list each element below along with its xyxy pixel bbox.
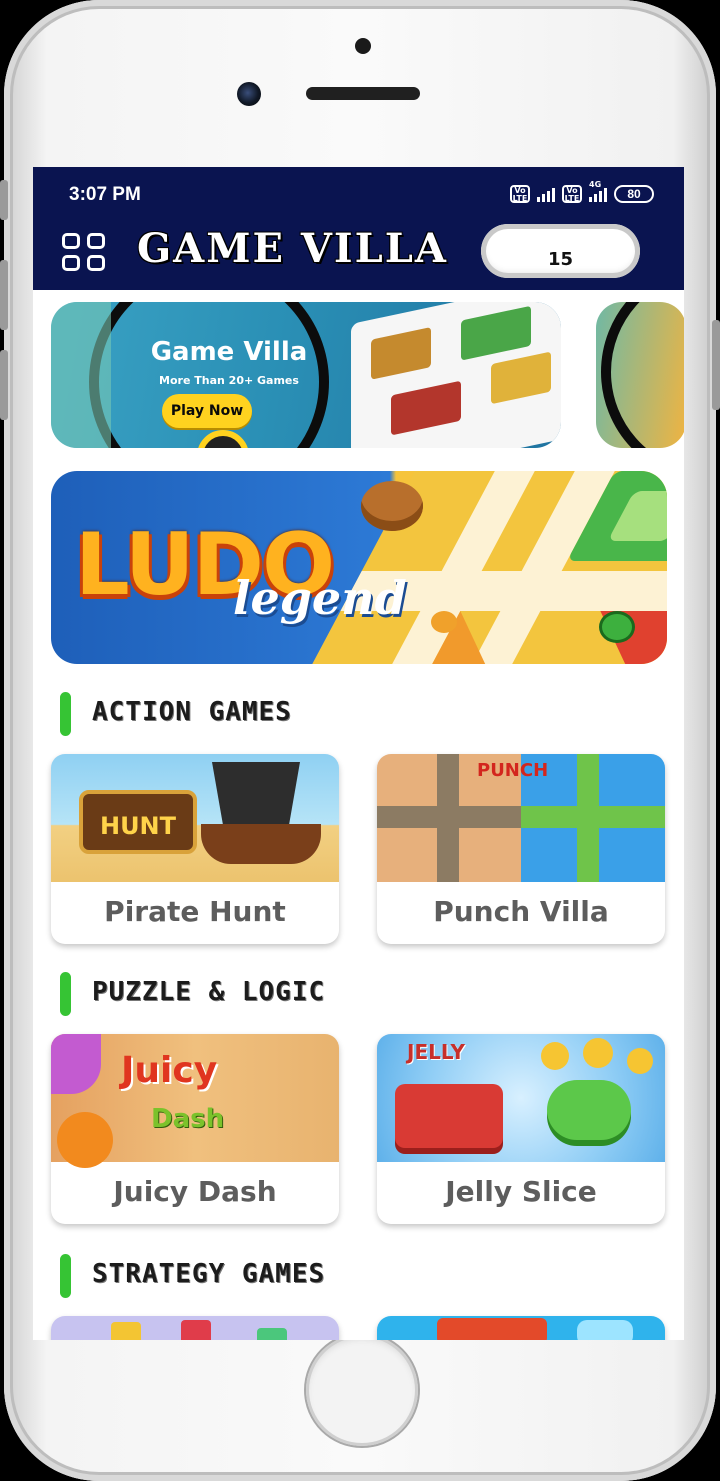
pirate-hunt-logo: HUNT	[79, 790, 197, 854]
game-card-strategy-2[interactable]	[377, 1316, 665, 1340]
juicy-dash-thumbnail: Juicy Dash	[51, 1034, 339, 1168]
ludo-token-icon	[599, 611, 635, 643]
section-accent-bar	[60, 1254, 71, 1298]
front-camera-icon	[237, 82, 261, 106]
section-title: PUZZLE & LOGIC	[92, 977, 326, 1007]
volume-up-button	[0, 260, 8, 330]
banner-ring-graphic	[601, 302, 684, 448]
punch-heroes-logo: PUNCH	[477, 760, 549, 781]
proximity-sensor	[355, 38, 371, 54]
banner-game-preview	[51, 302, 111, 448]
silent-switch	[0, 180, 8, 220]
game-title: Pirate Hunt	[104, 895, 286, 928]
banner-subtitle: More Than 20+ Games	[159, 374, 299, 387]
home-button[interactable]	[306, 1334, 418, 1446]
game-card-pirate-hunt[interactable]: HUNT Pirate Hunt	[51, 754, 339, 944]
status-time: 3:07 PM	[69, 184, 141, 205]
app-screen: 3:07 PM Vo LTE Vo LTE 4G 80 GAME VILLA 15 …	[33, 167, 684, 1340]
game-card-juicy-dash[interactable]: Juicy Dash Juicy Dash	[51, 1034, 339, 1224]
section-title: STRATEGY GAMES	[92, 1259, 326, 1289]
juicy-dash-logo: Juicy	[121, 1050, 218, 1091]
ludo-subtitle: legend	[233, 571, 407, 625]
app-title: GAME VILLA	[137, 225, 448, 272]
menu-grid-icon[interactable]	[62, 233, 106, 271]
volte-icon: Vo LTE	[510, 185, 530, 203]
carousel-banner[interactable]: Game Villa More Than 20+ Games Play Now	[51, 302, 561, 448]
signal-icon	[537, 186, 555, 202]
ludo-legend-banner[interactable]: LUDO legend	[51, 471, 667, 664]
banner-games-panel	[351, 302, 561, 448]
earpiece-speaker	[306, 87, 420, 100]
game-card-strategy-1[interactable]	[51, 1316, 339, 1340]
network-type: 4G	[589, 180, 602, 189]
banner-title: Game Villa	[150, 337, 308, 367]
section-title: ACTION GAMES	[92, 697, 292, 727]
jelly-slice-logo: JELLY	[407, 1040, 465, 1064]
jelly-slice-thumbnail: JELLY	[377, 1034, 665, 1162]
play-now-button[interactable]: Play Now	[162, 394, 252, 428]
game-title: Juicy Dash	[113, 1175, 277, 1208]
punch-villa-thumbnail: PUNCH	[377, 754, 665, 882]
game-title: Jelly Slice	[445, 1175, 597, 1208]
carousel-banner-next[interactable]	[596, 302, 684, 448]
volte-icon: Vo LTE	[562, 185, 582, 203]
section-accent-bar	[60, 972, 71, 1016]
signal-4g-icon: 4G	[589, 180, 607, 202]
pirate-hunt-thumbnail: HUNT	[51, 754, 339, 882]
game-card-jelly-slice[interactable]: JELLY Jelly Slice	[377, 1034, 665, 1224]
app-bar: 3:07 PM Vo LTE Vo LTE 4G 80 GAME VILLA 15	[33, 167, 684, 290]
battery-icon: 80	[614, 185, 654, 203]
coin-counter[interactable]: 15	[481, 224, 640, 278]
section-accent-bar	[60, 692, 71, 736]
game-card-punch-villa[interactable]: PUNCH Punch Villa	[377, 754, 665, 944]
volume-down-button	[0, 350, 8, 420]
strategy-game-thumbnail	[51, 1316, 339, 1340]
ludo-token-icon	[431, 611, 457, 633]
status-icons: Vo LTE Vo LTE 4G 80	[510, 180, 654, 203]
ludo-token-icon	[361, 481, 423, 531]
game-title: Punch Villa	[433, 895, 609, 928]
strategy-game-thumbnail	[377, 1316, 665, 1340]
power-button	[712, 320, 720, 410]
